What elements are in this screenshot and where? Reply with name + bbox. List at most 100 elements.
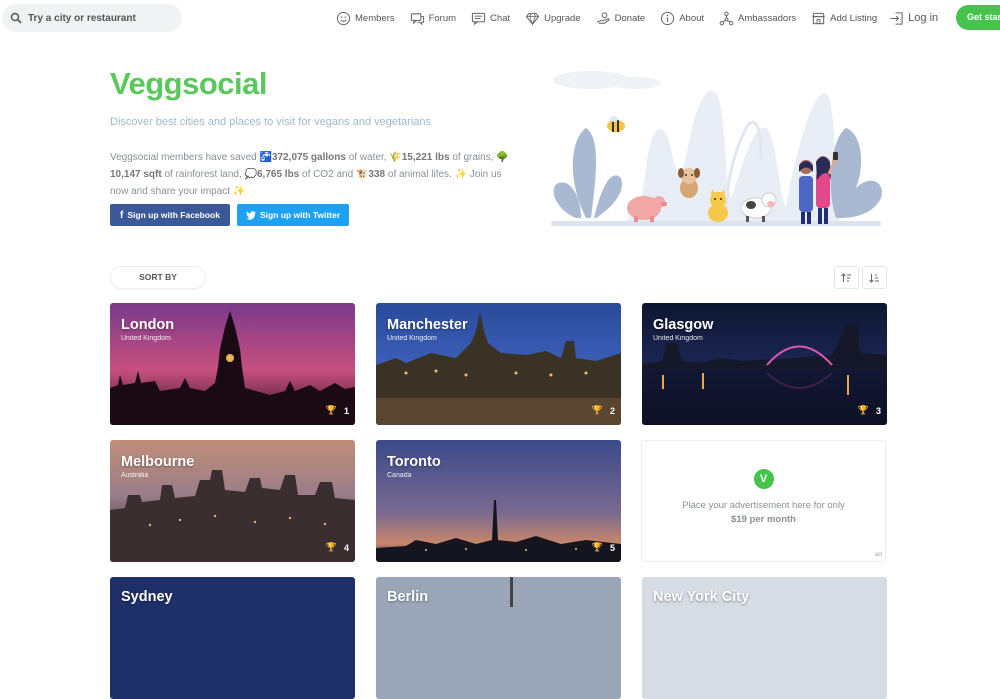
trophy-icon: 🏆: [325, 542, 337, 552]
city-country: Australia: [121, 472, 149, 479]
facebook-icon: f: [120, 209, 124, 221]
twitter-signup-button[interactable]: Sign up with Twitter: [237, 204, 349, 226]
animals-value: 338: [368, 169, 386, 180]
nav-chat[interactable]: Chat: [471, 9, 510, 27]
hero-section: Veggsocial Discover best cities and plac…: [110, 66, 510, 226]
city-rank: 🏆 3: [858, 405, 881, 416]
search-icon: [10, 12, 22, 24]
city-country: United Kingdom: [387, 335, 437, 342]
city-rank: 🏆 2: [592, 405, 615, 416]
trophy-icon: 🏆: [325, 405, 337, 415]
city-card-new-york-city[interactable]: New York City: [642, 577, 887, 699]
rank-number: 5: [609, 542, 615, 553]
forest-suffix: of rainforest land,: [164, 169, 242, 180]
impact-intro: Veggsocial members have saved: [110, 152, 257, 163]
twitter-icon: [245, 210, 256, 220]
water-suffix: of water,: [348, 152, 387, 163]
city-card-glasgow[interactable]: Glasgow United Kingdom 🏆 3: [642, 303, 887, 425]
info-icon: [661, 11, 675, 25]
get-started-button[interactable]: Get started: [956, 5, 1000, 30]
nav-ambassadors[interactable]: Ambassadors: [719, 9, 796, 27]
city-card-melbourne[interactable]: Melbourne Australia 🏆 4: [110, 440, 355, 562]
city-country: United Kingdom: [121, 335, 171, 342]
nav-forum[interactable]: Forum: [410, 9, 456, 27]
nav-members[interactable]: Members: [336, 9, 395, 27]
nav-members-label: Members: [355, 12, 395, 24]
grains-value: 15,221 lbs: [401, 152, 450, 163]
nav-upgrade[interactable]: Upgrade: [525, 9, 581, 27]
water-tap-icon: 🚰: [259, 152, 272, 163]
hero-illustration: [551, 71, 882, 227]
donate-icon: [596, 11, 610, 24]
trophy-icon: 🏆: [591, 542, 603, 552]
co2-suffix: of CO2 and: [302, 169, 354, 180]
bee-icon: [607, 116, 625, 132]
ad-price: $19 per month: [731, 514, 796, 525]
city-card-toronto[interactable]: Toronto Canada 🏆 5: [376, 440, 621, 562]
rank-number: 3: [875, 405, 881, 416]
nav-chat-label: Chat: [490, 12, 511, 24]
city-name: Melbourne: [121, 454, 195, 470]
city-rank: 🏆 1: [326, 405, 349, 416]
nav-donate-label: Donate: [614, 12, 646, 24]
city-name: Sydney: [121, 589, 173, 605]
facebook-button-label: Sign up with Facebook: [127, 210, 220, 220]
city-rank: 🏆 4: [326, 542, 349, 553]
nav-add-listing[interactable]: Add Listing: [811, 9, 877, 27]
login-icon: [890, 11, 903, 25]
grains-suffix: of grains,: [452, 152, 494, 163]
login-label: Log in: [908, 12, 939, 24]
login-link[interactable]: Log in: [889, 9, 938, 27]
sparkle-icon: ✨: [454, 169, 468, 180]
forest-value: 10,147 sqft: [110, 169, 162, 180]
nav-forum-label: Forum: [428, 12, 457, 24]
plant-shape: [830, 128, 882, 218]
sort-by-button[interactable]: SORT BY: [110, 266, 206, 289]
city-country: United Kingdom: [653, 335, 703, 342]
nav-upgrade-label: Upgrade: [544, 12, 581, 24]
search-box[interactable]: [2, 4, 182, 32]
cloud-shape: [553, 71, 661, 89]
facebook-signup-button[interactable]: f Sign up with Facebook: [110, 204, 230, 226]
social-signup: f Sign up with Facebook Sign up with Twi…: [110, 204, 510, 226]
city-name: Berlin: [387, 589, 429, 605]
city-name: Glasgow: [653, 317, 714, 333]
city-name: New York City: [653, 589, 750, 605]
search-input[interactable]: [28, 12, 168, 24]
veggsocial-logo-icon: V: [753, 469, 774, 489]
city-card-sydney[interactable]: Sydney: [110, 577, 355, 699]
trophy-icon: 🏆: [591, 405, 603, 415]
grain-icon: 🌾: [389, 152, 402, 163]
ad-text: Place your advertisement here for only: [682, 500, 845, 511]
ad-tag: ad: [874, 551, 882, 558]
city-name: Manchester: [387, 317, 468, 333]
sparkle-icon: ✨: [232, 186, 246, 197]
rank-number: 4: [343, 542, 349, 553]
city-card-berlin[interactable]: Berlin: [376, 577, 621, 699]
co2-value: 6,765 lbs: [256, 169, 300, 180]
nav-about[interactable]: About: [660, 9, 704, 27]
trophy-icon: 🏆: [857, 405, 869, 415]
impact-statement: Veggsocial members have saved 🚰372,075 g…: [110, 149, 510, 200]
nav-add-listing-label: Add Listing: [830, 12, 878, 24]
nav-donate[interactable]: Donate: [596, 9, 646, 27]
city-card-london[interactable]: London United Kingdom 🏆 1: [110, 303, 355, 425]
water-value: 372,075 gallons: [271, 152, 346, 163]
smiley-icon: [336, 11, 351, 25]
sort-descending-button[interactable]: [862, 266, 887, 289]
advertisement-card[interactable]: V Place your advertisement here for only…: [641, 440, 886, 562]
diamond-icon: [525, 12, 540, 25]
sort-ascending-button[interactable]: [834, 266, 859, 289]
cloud-icon: 💭: [244, 169, 257, 180]
rank-number: 1: [343, 405, 349, 416]
chat-icon: [471, 12, 486, 25]
rank-number: 2: [609, 405, 615, 416]
forum-icon: [410, 12, 424, 25]
city-card-manchester[interactable]: Manchester United Kingdom 🏆 2: [376, 303, 621, 425]
twitter-button-label: Sign up with Twitter: [259, 210, 341, 220]
animals-icon: 🐮: [355, 169, 369, 180]
top-navbar: Members Forum Chat Upgrade Donate About …: [0, 0, 1000, 36]
city-name: Toronto: [387, 454, 441, 470]
plant-shape: [553, 128, 622, 218]
animals-suffix: of animal lifes.: [387, 169, 452, 180]
